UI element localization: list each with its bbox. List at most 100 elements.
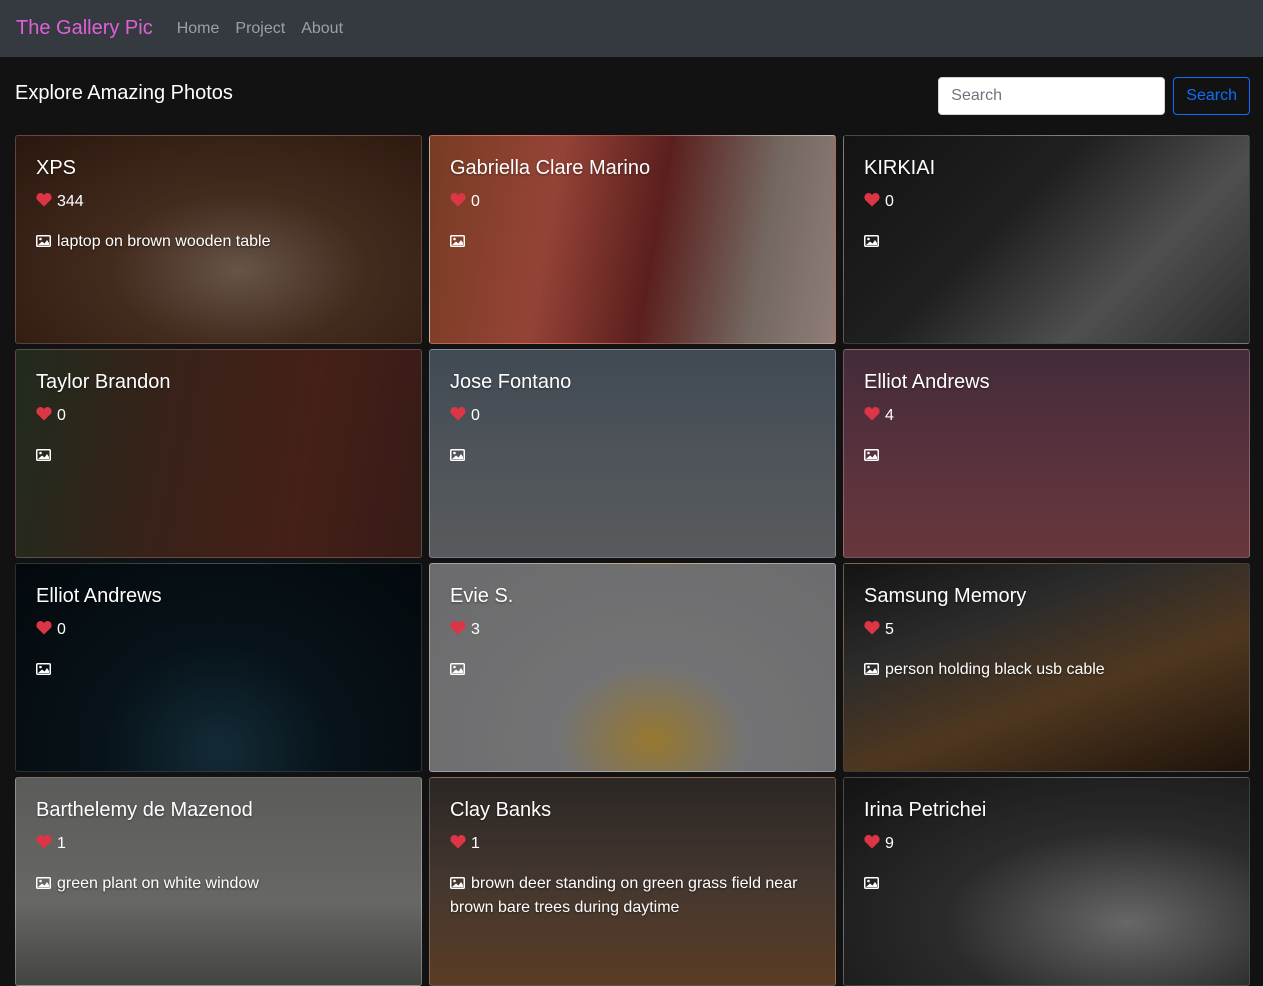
card-body: Elliot Andrews 4	[844, 350, 1249, 468]
image-icon	[36, 445, 51, 461]
image-icon	[864, 231, 879, 247]
photo-grid: XPS 344 laptop on brown wooden table Gabrie…	[0, 135, 1263, 986]
card-likes[interactable]: 3	[450, 620, 815, 640]
card-title: Elliot Andrews	[36, 585, 162, 607]
like-count: 4	[885, 407, 894, 424]
heart-icon[interactable]	[864, 406, 885, 426]
like-count: 9	[885, 835, 894, 852]
heart-icon[interactable]	[450, 620, 471, 640]
card-body: Barthelemy de Mazenod 1 green plant on whi…	[16, 778, 421, 896]
card-title: XPS	[36, 157, 77, 179]
card-likes[interactable]: 1	[36, 834, 401, 854]
search-button[interactable]: Search	[1173, 77, 1250, 115]
card-body: Jose Fontano 0	[430, 350, 835, 468]
image-icon	[450, 231, 465, 247]
like-count: 5	[885, 621, 894, 638]
card-body: Clay Banks 1 brown deer standing on green …	[430, 778, 835, 920]
nav-link-about[interactable]: About	[301, 20, 343, 38]
nav-link-home[interactable]: Home	[177, 20, 220, 38]
card-body: Gabriella Clare Marino 0	[430, 136, 835, 254]
like-count: 0	[885, 193, 894, 210]
brand-link[interactable]: The Gallery Pic	[16, 17, 153, 40]
description-text: green plant on white window	[57, 875, 259, 892]
heart-icon[interactable]	[864, 834, 885, 854]
card-description	[36, 444, 401, 468]
card-description: laptop on brown wooden table	[36, 230, 401, 254]
like-count: 1	[57, 835, 66, 852]
heart-icon[interactable]	[864, 620, 885, 640]
image-icon	[450, 659, 465, 675]
heart-icon[interactable]	[450, 406, 471, 426]
card-body: Evie S. 3	[430, 564, 835, 682]
card-body: KIRKIAI 0	[844, 136, 1249, 254]
card-description	[450, 444, 815, 468]
card-title: Jose Fontano	[450, 371, 572, 393]
heart-icon[interactable]	[450, 834, 471, 854]
heart-icon[interactable]	[450, 192, 471, 212]
card-title: Samsung Memory	[864, 585, 1027, 607]
photo-card[interactable]: Evie S. 3	[429, 563, 836, 772]
photo-card[interactable]: Elliot Andrews 0	[15, 563, 422, 772]
card-description	[864, 872, 1229, 896]
card-likes[interactable]: 344	[36, 192, 401, 212]
card-body: Samsung Memory 5 person holding black usb …	[844, 564, 1249, 682]
photo-card[interactable]: Barthelemy de Mazenod 1 green plant on whi…	[15, 777, 422, 986]
photo-card[interactable]: Samsung Memory 5 person holding black usb …	[843, 563, 1250, 772]
card-likes[interactable]: 9	[864, 834, 1229, 854]
photo-card[interactable]: Gabriella Clare Marino 0	[429, 135, 836, 344]
card-title: Evie S.	[450, 585, 514, 607]
card-likes[interactable]: 0	[864, 192, 1229, 212]
photo-card[interactable]: Taylor Brandon 0	[15, 349, 422, 558]
search-input[interactable]	[938, 77, 1166, 115]
card-title: Gabriella Clare Marino	[450, 157, 651, 179]
page-title: Explore Amazing Photos	[15, 81, 233, 104]
search-form: Search	[938, 77, 1250, 115]
card-title: Irina Petrichei	[864, 799, 987, 821]
card-description	[864, 444, 1229, 468]
photo-card[interactable]: Clay Banks 1 brown deer standing on green …	[429, 777, 836, 986]
like-count: 0	[471, 193, 480, 210]
like-count: 344	[57, 193, 84, 210]
image-icon	[36, 873, 51, 889]
heart-icon[interactable]	[864, 192, 885, 212]
like-count: 0	[57, 407, 66, 424]
description-text: laptop on brown wooden table	[57, 233, 271, 250]
image-icon	[864, 873, 879, 889]
like-count: 3	[471, 621, 480, 638]
card-likes[interactable]: 5	[864, 620, 1229, 640]
navbar: The Gallery Pic Home Project About	[0, 0, 1263, 57]
nav-link-project[interactable]: Project	[235, 20, 285, 38]
card-likes[interactable]: 4	[864, 406, 1229, 426]
card-likes[interactable]: 0	[450, 406, 815, 426]
card-description: green plant on white window	[36, 872, 401, 896]
card-likes[interactable]: 0	[450, 192, 815, 212]
card-likes[interactable]: 0	[36, 620, 401, 640]
card-likes[interactable]: 0	[36, 406, 401, 426]
heart-icon[interactable]	[36, 834, 57, 854]
like-count: 1	[471, 835, 480, 852]
image-icon	[36, 659, 51, 675]
photo-card[interactable]: XPS 344 laptop on brown wooden table	[15, 135, 422, 344]
card-title: Clay Banks	[450, 799, 552, 821]
card-likes[interactable]: 1	[450, 834, 815, 854]
photo-card[interactable]: Irina Petrichei 9	[843, 777, 1250, 986]
card-description: brown deer standing on green grass field…	[450, 872, 815, 920]
image-icon	[864, 445, 879, 461]
like-count: 0	[57, 621, 66, 638]
card-body: Taylor Brandon 0	[16, 350, 421, 468]
card-description: person holding black usb cable	[864, 658, 1229, 682]
image-icon	[864, 659, 879, 675]
description-text: brown deer standing on green grass field…	[450, 875, 798, 916]
card-title: Elliot Andrews	[864, 371, 990, 393]
card-description	[450, 658, 815, 682]
card-title: Barthelemy de Mazenod	[36, 799, 253, 821]
card-body: Irina Petrichei 9	[844, 778, 1249, 896]
photo-card[interactable]: KIRKIAI 0	[843, 135, 1250, 344]
heart-icon[interactable]	[36, 620, 57, 640]
card-description	[864, 230, 1229, 254]
heart-icon[interactable]	[36, 406, 57, 426]
heart-icon[interactable]	[36, 192, 57, 212]
photo-card[interactable]: Elliot Andrews 4	[843, 349, 1250, 558]
photo-card[interactable]: Jose Fontano 0	[429, 349, 836, 558]
image-icon	[36, 231, 51, 247]
